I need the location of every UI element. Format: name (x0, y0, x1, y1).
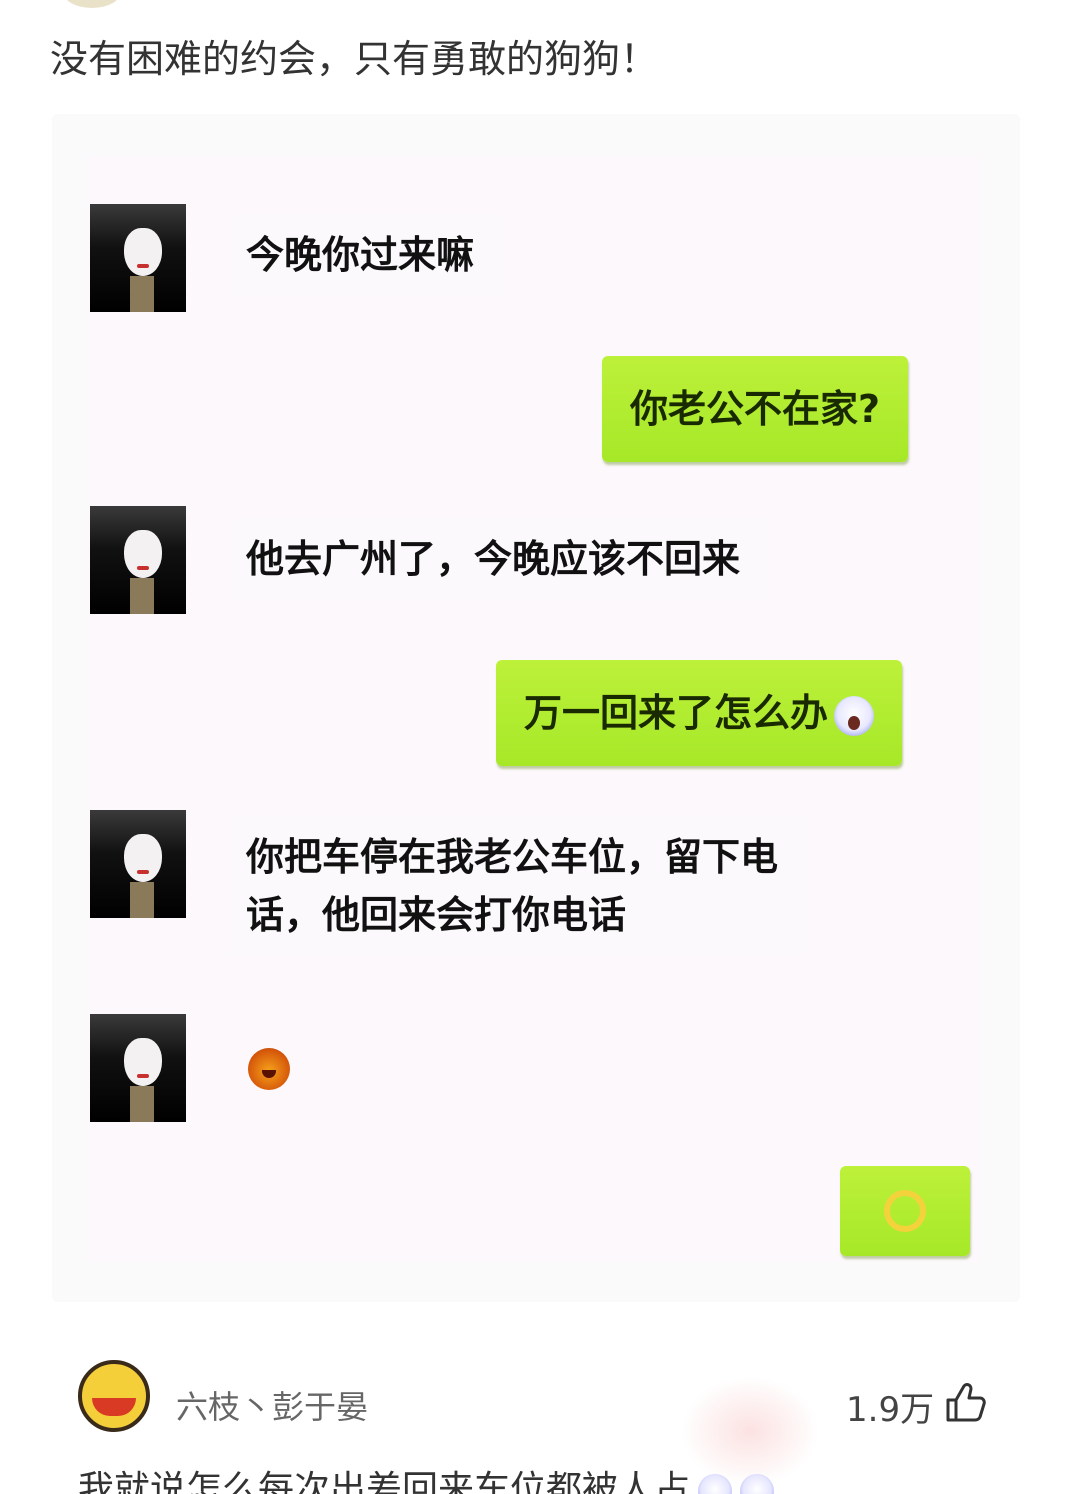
commenter-name[interactable]: 六枝丶彭于晏 (176, 1382, 368, 1428)
scared-face-icon (698, 1474, 733, 1494)
contact-avatar (90, 810, 186, 918)
post-author-avatar[interactable] (62, 0, 122, 8)
chat-bubble-text: 万一回来了怎么办 (524, 691, 829, 735)
post-text: 没有困难的约会，只有勇敢的狗狗！ (50, 37, 659, 81)
cropped-post-header (0, 0, 1068, 10)
scared-face-icon (834, 695, 875, 736)
contact-avatar (90, 204, 186, 312)
contact-avatar (90, 1014, 186, 1122)
contact-avatar (90, 506, 186, 614)
chat-bubble-outgoing: 万一回来了怎么办 (496, 660, 903, 766)
commenter-avatar[interactable] (78, 1360, 150, 1432)
chat-bubble-outgoing: 你老公不在家? (602, 356, 909, 462)
chat-screenshot: 今晚你过来嘛 你老公不在家? 他去广州了，今晚应该不回来 万一回来了怎么办 你把… (88, 156, 980, 1262)
post-page: 没有困难的约会，只有勇敢的狗狗！ 今晚你过来嘛 你老公不在家? 他去广州了，今晚… (0, 0, 1068, 1494)
chat-bubble-line: 话，他回来会打你电话 (246, 893, 627, 937)
chat-bubble-incoming: 今晚你过来嘛 (228, 214, 505, 296)
scared-face-icon (740, 1474, 775, 1494)
comment-item: 六枝丶彭于晏 1.9万 我就说怎么每次出差回来车位都被人占 (0, 1340, 1068, 1494)
chat-bubble-incoming: 你把车停在我老公车位，留下电 话，他回来会打你电话 (228, 816, 809, 956)
chat-bubble-outgoing (840, 1166, 970, 1256)
comment-text: 我就说怎么每次出差回来车位都被人占 (78, 1460, 775, 1494)
thumbs-up-icon[interactable] (942, 1378, 990, 1426)
chat-bubble-line: 你把车停在我老公车位，留下电 (246, 835, 779, 879)
comment-body: 我就说怎么每次出差回来车位都被人占 (78, 1469, 691, 1494)
like-count: 1.9万 (846, 1390, 935, 1430)
chat-bubble-incoming: 他去广州了，今晚应该不回来 (228, 518, 771, 600)
ok-hand-icon (884, 1190, 926, 1232)
angry-face-icon (248, 1048, 290, 1090)
